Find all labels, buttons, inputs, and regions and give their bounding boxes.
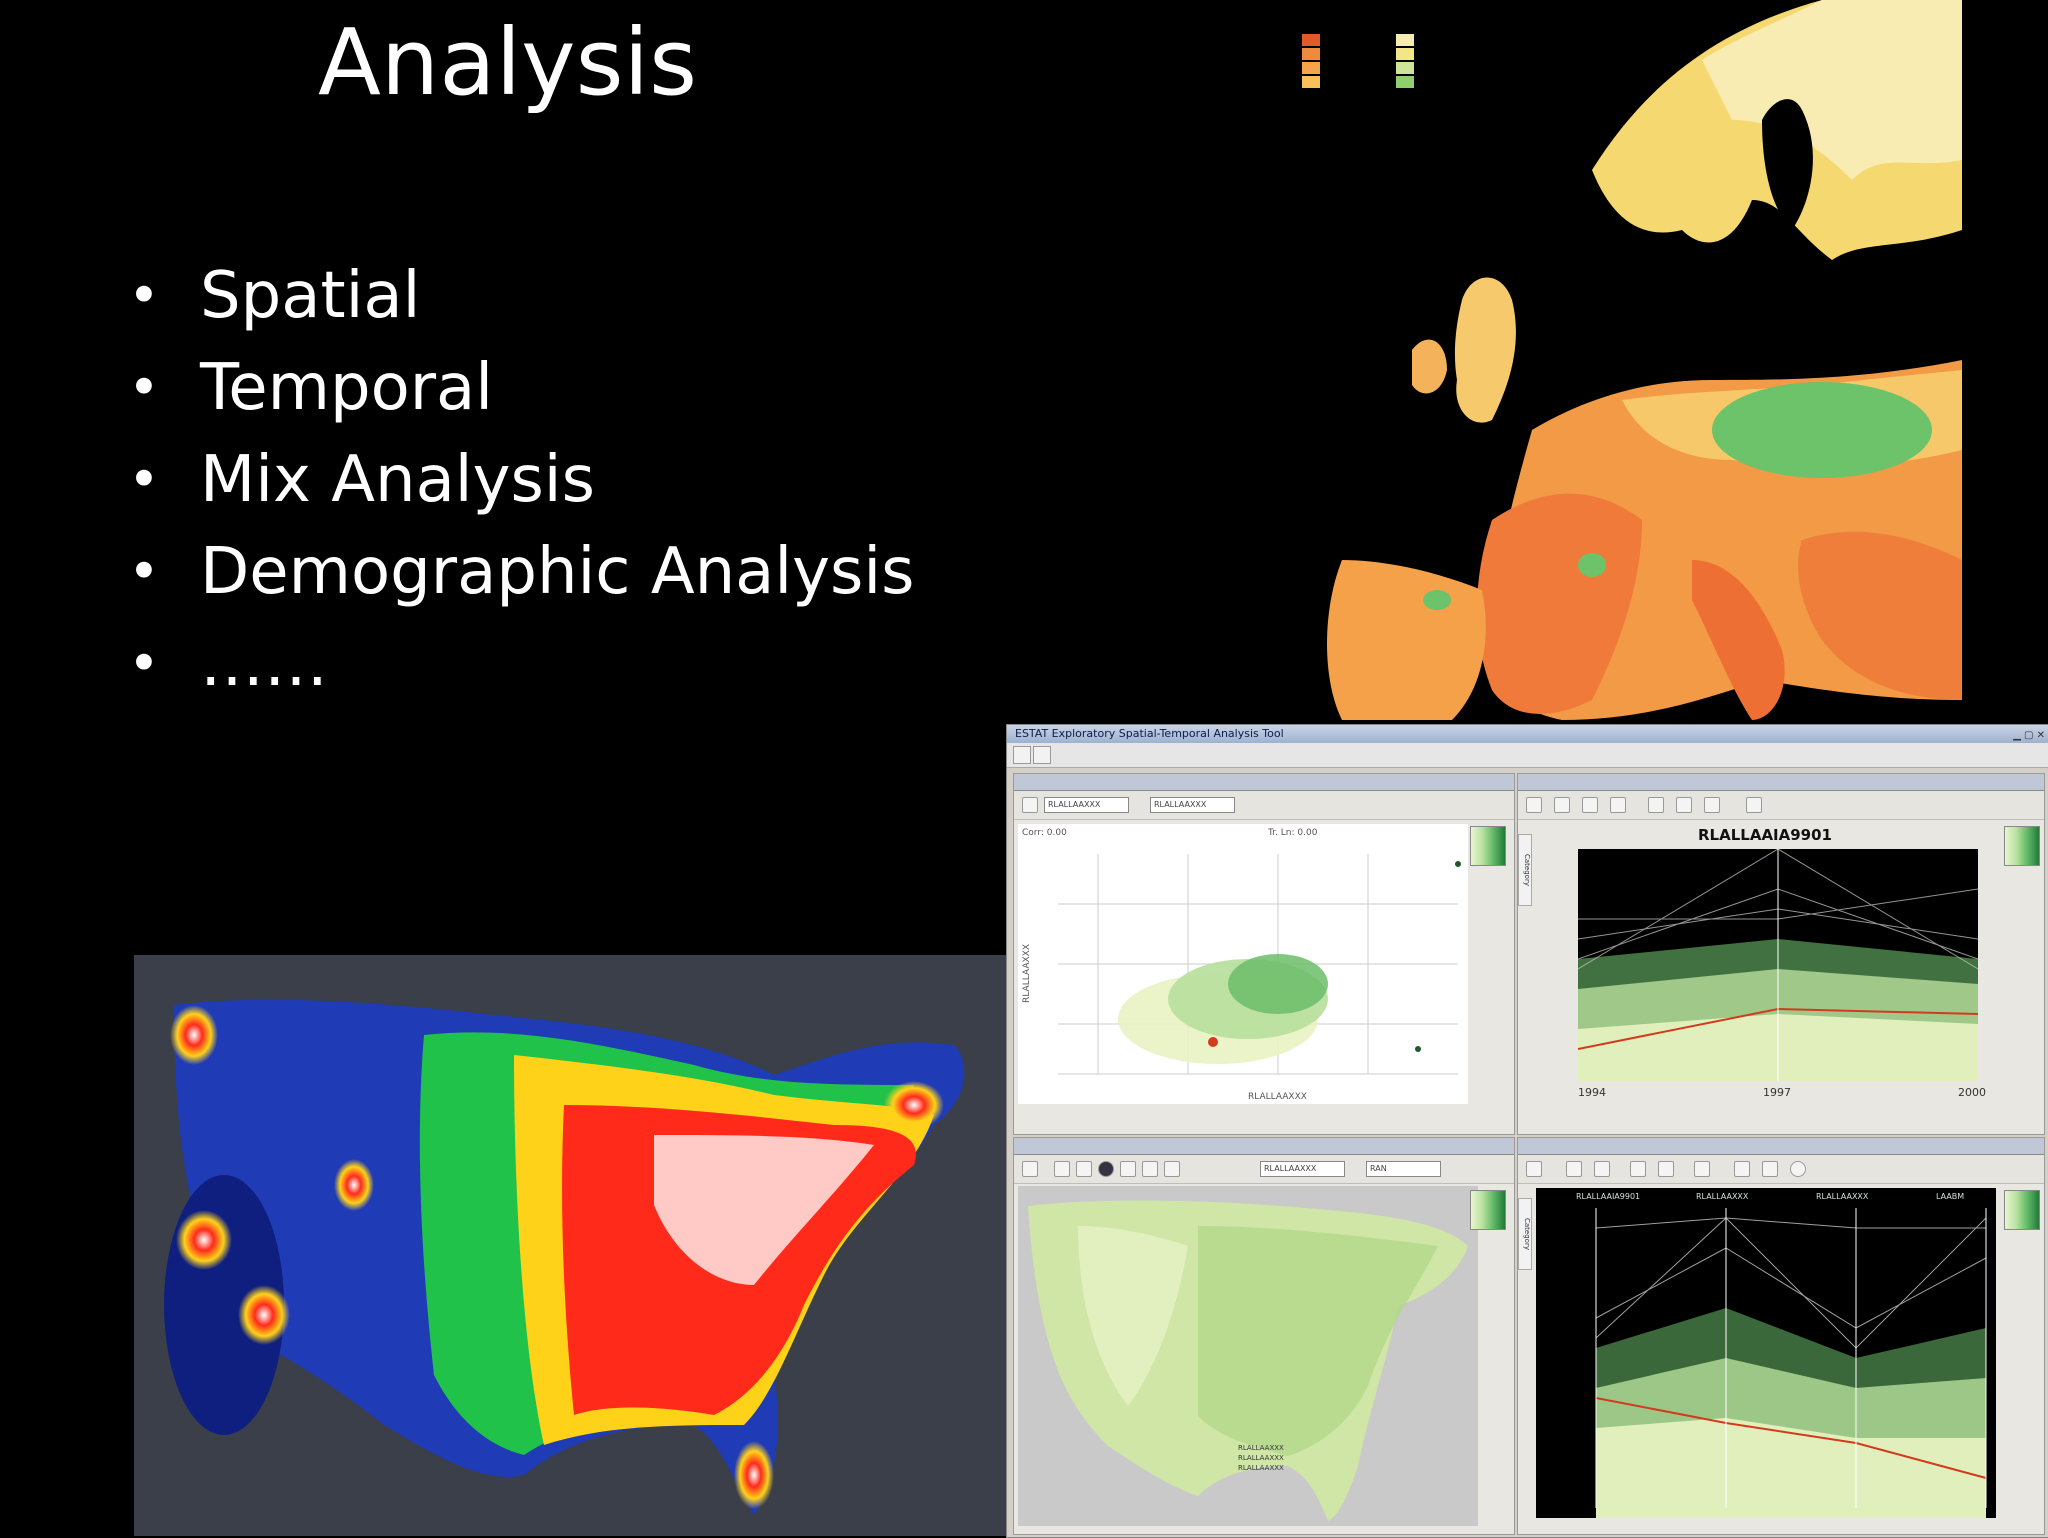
bullet-item: • Mix Analysis [120, 434, 915, 526]
pcp-panel: Category RLALLAAIA9901 RLALLAAXXX RLALLA… [1517, 1137, 2045, 1535]
us-heatmap-shapes [164, 999, 965, 1515]
time-series-lines [1578, 849, 1978, 1081]
us-heatmap-image [134, 955, 1014, 1536]
category-side-tab[interactable]: Category [1518, 1198, 1532, 1270]
panel-header[interactable] [1518, 1138, 2044, 1155]
panel-button[interactable] [1676, 797, 1692, 813]
slide-title: Analysis [318, 9, 698, 116]
bullet-text: Spatial [200, 259, 421, 333]
panel-button[interactable] [1648, 797, 1664, 813]
panel-toolbar: RLALLAAXXX RAN [1014, 1155, 1514, 1184]
time-series-plot[interactable] [1578, 849, 1978, 1081]
app-toolbar [1007, 743, 2048, 768]
panel-button[interactable] [1554, 797, 1570, 813]
panel-toolbar [1518, 791, 2044, 820]
bullet-list: • Spatial • Temporal • Mix Analysis • Demogr… [120, 250, 915, 710]
panel-button[interactable] [1164, 1161, 1180, 1177]
bullet-text: Demographic Analysis [200, 535, 915, 609]
globe-icon[interactable] [1098, 1161, 1114, 1177]
us-county-map [1028, 1200, 1468, 1521]
pcp-lines [1595, 1208, 1987, 1518]
window-title: ESTAT Exploratory Spatial-Temporal Analy… [1015, 727, 1284, 740]
panel-button[interactable] [1746, 797, 1762, 813]
panel-button[interactable] [1762, 1161, 1778, 1177]
time-series-panel: Category RLALLAAIA9901 1994 1997 2000 [1517, 773, 2045, 1135]
bullet-item: • Spatial [120, 250, 915, 342]
color-legend-ramp [2004, 1190, 2040, 1230]
color-legend-ramp [1470, 1190, 1506, 1230]
map-panel: RLALLAAXXX RAN RLALLAAXXX RLALLAAXXX RLA… [1013, 1137, 1515, 1535]
bullet-dot: • [128, 448, 160, 511]
choropleth-map[interactable]: RLALLAAXXX RLALLAAXXX RLALLAAXXX [1018, 1186, 1478, 1526]
bullet-dot: • [128, 356, 160, 419]
panel-button[interactable] [1658, 1161, 1674, 1177]
toolbar-button[interactable] [1033, 746, 1051, 764]
panel-button[interactable] [1022, 797, 1038, 813]
map-variable-select[interactable]: RLALLAAXXX [1260, 1161, 1345, 1177]
panel-toolbar [1518, 1155, 2044, 1184]
window-titlebar[interactable]: ESTAT Exploratory Spatial-Temporal Analy… [1007, 725, 2048, 743]
color-legend-ramp [2004, 826, 2040, 866]
toolbar-button[interactable] [1013, 746, 1031, 764]
estat-app-window[interactable]: ESTAT Exploratory Spatial-Temporal Analy… [1006, 724, 2048, 1538]
bullet-item: • …… [120, 618, 915, 710]
map-legend-line: RLALLAAXXX [1238, 1464, 1284, 1472]
bullet-item: • Temporal [120, 342, 915, 434]
panel-button[interactable] [1120, 1161, 1136, 1177]
panel-button[interactable] [1526, 797, 1542, 813]
bullet-dot: • [128, 264, 160, 327]
map-classification-select[interactable]: RAN [1366, 1161, 1441, 1177]
color-legend-ramp [1470, 826, 1506, 866]
category-side-tab[interactable]: Category [1518, 834, 1532, 906]
panel-button[interactable] [1594, 1161, 1610, 1177]
panel-button[interactable] [1630, 1161, 1646, 1177]
panel-header[interactable] [1014, 1138, 1514, 1155]
map-legend-line: RLALLAAXXX [1238, 1444, 1284, 1452]
panel-button[interactable] [1054, 1161, 1070, 1177]
panel-button[interactable] [1076, 1161, 1092, 1177]
panel-toolbar: RLALLAAXXX RLALLAAXXX [1014, 791, 1514, 820]
year-tick: 1994 [1578, 1086, 1606, 1099]
panel-button[interactable] [1566, 1161, 1582, 1177]
bullet-dot: • [128, 540, 160, 603]
panel-button[interactable] [1526, 1161, 1542, 1177]
bullet-text: Mix Analysis [200, 443, 595, 517]
scatter-points [1058, 854, 1461, 1075]
y-variable-select[interactable]: RLALLAAXXX [1150, 797, 1235, 813]
bullet-text: …… [200, 627, 328, 701]
scatterplot-area[interactable]: Corr: 0.00 Tr. Ln: 0.00 RLALLAAXXX RLALL… [1018, 824, 1468, 1104]
x-variable-select[interactable]: RLALLAAXXX [1044, 797, 1129, 813]
time-series-title: RLALLAAIA9901 [1698, 826, 1832, 844]
panel-button[interactable] [1610, 797, 1626, 813]
year-tick: 1997 [1763, 1086, 1791, 1099]
panel-button[interactable] [1022, 1161, 1038, 1177]
bullet-item: • Demographic Analysis [120, 526, 915, 618]
play-button[interactable] [1704, 797, 1720, 813]
europe-map-shapes [1327, 0, 1962, 720]
europe-map-image [1262, 0, 1962, 730]
scatterplot-panel: RLALLAAXXX RLALLAAXXX Corr: 0.00 Tr. Ln:… [1013, 773, 1515, 1135]
pcp-plot[interactable]: RLALLAAIA9901 RLALLAAXXX RLALLAAXXX LAAB… [1536, 1188, 1996, 1518]
play-button[interactable] [1694, 1161, 1710, 1177]
panel-button[interactable] [1582, 797, 1598, 813]
bullet-text: Temporal [200, 351, 494, 425]
panel-button[interactable] [1142, 1161, 1158, 1177]
panel-header[interactable] [1014, 774, 1514, 791]
bullet-dot: • [128, 632, 160, 695]
refresh-icon[interactable] [1790, 1161, 1806, 1177]
panel-button[interactable] [1734, 1161, 1750, 1177]
map-legend-line: RLALLAAXXX [1238, 1454, 1284, 1462]
panel-header[interactable] [1518, 774, 2044, 791]
year-tick: 2000 [1958, 1086, 1986, 1099]
